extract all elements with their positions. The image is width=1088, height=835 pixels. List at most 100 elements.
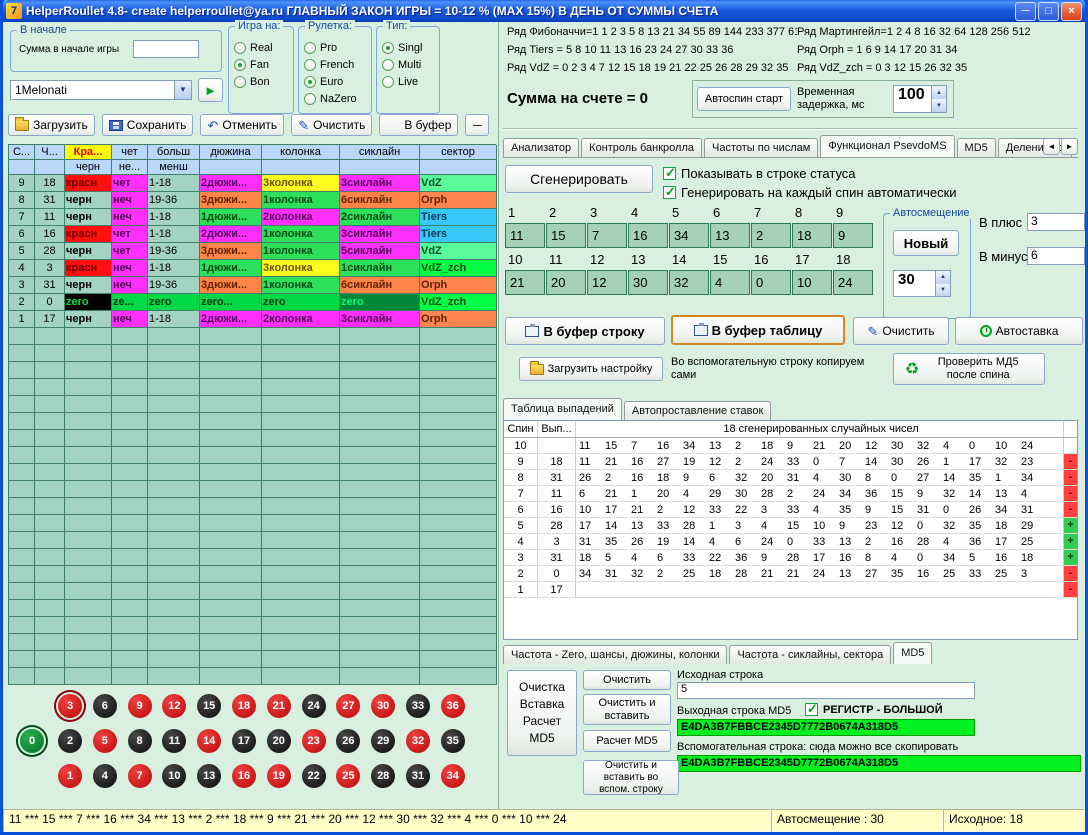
- wheel-number-1[interactable]: 1: [58, 764, 82, 788]
- wheel-number-18[interactable]: 18: [232, 694, 256, 718]
- wheel-number-29[interactable]: 29: [371, 729, 395, 753]
- generate-button[interactable]: Сгенерировать: [505, 165, 653, 193]
- load-button[interactable]: Загрузить: [8, 114, 95, 136]
- wheel-number-3[interactable]: 3: [58, 694, 82, 718]
- aux-string-field[interactable]: E4DA3B7FBBCE2345D7772B0674A318D5: [677, 755, 1081, 772]
- check-md5-button[interactable]: ♻ Проверить МД5 после спина: [893, 353, 1045, 385]
- wheel-number-31[interactable]: 31: [406, 764, 430, 788]
- drops-tab-1[interactable]: Автопроставление ставок: [624, 401, 771, 420]
- md5-calc-button[interactable]: Расчет MD5: [583, 730, 671, 752]
- main-tab-3[interactable]: Функционал PsevdoMS: [820, 135, 954, 157]
- wheel-number-17[interactable]: 17: [232, 729, 256, 753]
- copy-table-button[interactable]: В буфер таблицу: [671, 315, 845, 345]
- offset-down-icon[interactable]: ▼: [936, 284, 950, 297]
- bottom-tab-0[interactable]: Частота - Zero, шансы, дюжины, колонки: [503, 645, 727, 664]
- close-button[interactable]: ×: [1061, 2, 1082, 21]
- maximize-button[interactable]: □: [1038, 2, 1059, 21]
- md5-clear-button[interactable]: Очистить: [583, 670, 671, 690]
- checkbox-show-in-status[interactable]: Показывать в строке статуса: [663, 166, 856, 181]
- main-tab-0[interactable]: Анализатор: [503, 138, 579, 157]
- radio-bon[interactable]: Bon: [229, 73, 293, 90]
- collapse-button[interactable]: ─: [465, 114, 489, 136]
- wheel-number-22[interactable]: 22: [302, 764, 326, 788]
- delay-stepper[interactable]: 100 ▲ ▼: [893, 85, 947, 113]
- autospin-start-button[interactable]: Автоспин старт: [697, 87, 791, 111]
- offset-up-icon[interactable]: ▲: [936, 271, 950, 284]
- md5-clear-paste-aux-button[interactable]: Очистить и вставить во вспом. строку: [583, 760, 679, 795]
- chevron-down-icon[interactable]: ▼: [174, 81, 191, 99]
- wheel-number-0[interactable]: 0: [20, 729, 44, 753]
- md5-big-button[interactable]: Очистка Вставка Расчет MD5: [507, 670, 577, 756]
- wheel-number-5[interactable]: 5: [93, 729, 117, 753]
- wheel-number-33[interactable]: 33: [406, 694, 430, 718]
- clear-grid-button[interactable]: ✎ Очистить: [853, 317, 949, 345]
- play-button[interactable]: ►: [198, 78, 223, 102]
- wheel-number-35[interactable]: 35: [441, 729, 465, 753]
- tab-scroll-right-icon[interactable]: ►: [1061, 138, 1078, 155]
- wheel-number-10[interactable]: 10: [162, 764, 186, 788]
- wheel-number-36[interactable]: 36: [441, 694, 465, 718]
- wheel-number-27[interactable]: 27: [336, 694, 360, 718]
- tab-scroll-left-icon[interactable]: ◄: [1043, 138, 1060, 155]
- new-button[interactable]: Новый: [893, 230, 959, 256]
- preset-select[interactable]: 1Melonati ▼: [10, 80, 192, 100]
- undo-button[interactable]: ↶Отменить: [200, 114, 284, 136]
- wheel-number-8[interactable]: 8: [128, 729, 152, 753]
- radio-euro[interactable]: Euro: [299, 73, 371, 90]
- radio-nazero[interactable]: NaZero: [299, 90, 371, 107]
- md5-clear-paste-button[interactable]: Очистить и вставить: [583, 694, 671, 725]
- wheel-number-14[interactable]: 14: [197, 729, 221, 753]
- wheel-number-23[interactable]: 23: [302, 729, 326, 753]
- delay-up-icon[interactable]: ▲: [932, 86, 946, 99]
- main-tab-1[interactable]: Контроль банкролла: [581, 138, 702, 157]
- wheel-number-25[interactable]: 25: [336, 764, 360, 788]
- plus-field[interactable]: 3: [1027, 213, 1085, 231]
- wheel-number-21[interactable]: 21: [267, 694, 291, 718]
- wheel-number-2[interactable]: 2: [58, 729, 82, 753]
- drops-tab-0[interactable]: Таблица выпадений: [503, 398, 622, 420]
- wheel-number-6[interactable]: 6: [93, 694, 117, 718]
- bottom-tab-2[interactable]: MD5: [893, 642, 932, 664]
- wheel-number-24[interactable]: 24: [302, 694, 326, 718]
- main-tab-2[interactable]: Частоты по числам: [704, 138, 818, 157]
- radio-live[interactable]: Live: [377, 73, 439, 90]
- wheel-number-34[interactable]: 34: [441, 764, 465, 788]
- main-tab-4[interactable]: MD5: [957, 138, 996, 157]
- offset-stepper[interactable]: 30 ▲ ▼: [893, 270, 951, 297]
- autobet-button[interactable]: Автоставка: [955, 317, 1083, 345]
- wheel-number-11[interactable]: 11: [162, 729, 186, 753]
- md5-output-field[interactable]: E4DA3B7FBBCE2345D7772B0674A318D5: [677, 719, 975, 736]
- wheel-number-4[interactable]: 4: [93, 764, 117, 788]
- save-button[interactable]: Сохранить: [102, 114, 194, 136]
- minimize-button[interactable]: ─: [1015, 2, 1036, 21]
- radio-pro[interactable]: Pro: [299, 39, 371, 56]
- copy-buffer-button[interactable]: В буфер: [379, 114, 458, 136]
- radio-real[interactable]: Real: [229, 39, 293, 56]
- wheel-number-19[interactable]: 19: [267, 764, 291, 788]
- radio-french[interactable]: French: [299, 56, 371, 73]
- wheel-number-15[interactable]: 15: [197, 694, 221, 718]
- wheel-number-28[interactable]: 28: [371, 764, 395, 788]
- wheel-number-9[interactable]: 9: [128, 694, 152, 718]
- wheel-number-7[interactable]: 7: [128, 764, 152, 788]
- radio-multi[interactable]: Multi: [377, 56, 439, 73]
- wheel-number-30[interactable]: 30: [371, 694, 395, 718]
- wheel-number-26[interactable]: 26: [336, 729, 360, 753]
- radio-fan[interactable]: Fan: [229, 56, 293, 73]
- load-settings-button[interactable]: Загрузить настройку: [519, 357, 663, 381]
- bottom-tab-1[interactable]: Частота - сиклайны, сектора: [729, 645, 891, 664]
- source-string-input[interactable]: 5: [677, 682, 975, 699]
- wheel-number-13[interactable]: 13: [197, 764, 221, 788]
- wheel-number-32[interactable]: 32: [406, 729, 430, 753]
- clear-button[interactable]: ✎Очистить: [291, 114, 372, 136]
- minus-field[interactable]: 6: [1027, 247, 1085, 265]
- checkbox-generate-each-spin[interactable]: Генерировать на каждый спин автоматическ…: [663, 185, 957, 200]
- copy-row-button[interactable]: В буфер строку: [505, 317, 665, 345]
- wheel-number-12[interactable]: 12: [162, 694, 186, 718]
- delay-down-icon[interactable]: ▼: [932, 99, 946, 112]
- radio-singl[interactable]: Singl: [377, 39, 439, 56]
- wheel-number-16[interactable]: 16: [232, 764, 256, 788]
- checkbox-uppercase[interactable]: РЕГИСТР - БОЛЬШОЙ: [805, 703, 943, 716]
- start-sum-input[interactable]: [133, 40, 199, 58]
- wheel-number-20[interactable]: 20: [267, 729, 291, 753]
